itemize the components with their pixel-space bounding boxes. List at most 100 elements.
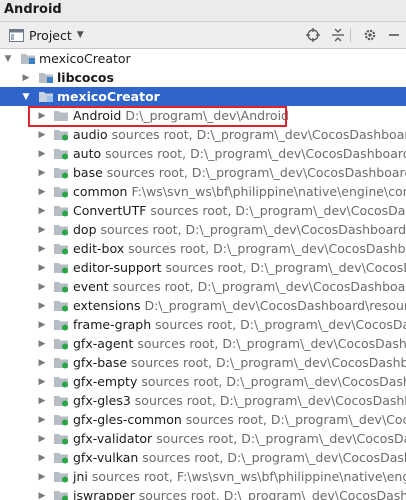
chevron-down-icon: ▼	[76, 30, 84, 40]
toolbar-separator	[350, 28, 351, 42]
tree-item-text: gfx-gles3 sources root, D:\_program\_dev…	[73, 392, 406, 409]
tree-row-frame-graph[interactable]: ▶ frame-graph sources root, D:\_program\_…	[0, 315, 406, 334]
expand-arrow-icon[interactable]: ▶	[36, 334, 48, 353]
tree-row-event[interactable]: ▶ event sources root, D:\_program\_dev\Co…	[0, 277, 406, 296]
expand-arrow-icon[interactable]: ▶	[36, 163, 48, 182]
tree-item-text: gfx-empty sources root, D:\_program\_dev…	[73, 373, 406, 390]
expand-arrow-icon[interactable]: ▶	[36, 296, 48, 315]
tree-item-name: audio	[73, 127, 108, 142]
source-folder-icon	[54, 130, 68, 141]
tree-row-gfx-gles-common[interactable]: ▶ gfx-gles-common sources root, D:\_progr…	[0, 410, 406, 429]
tree-item-path: D:\_program\_dev\CocosDash	[241, 431, 406, 446]
tree-item-meta: sources root,	[138, 488, 220, 500]
project-view-selector[interactable]: Project ▼	[9, 26, 84, 44]
tree-row-edit-box[interactable]: ▶ edit-box sources root, D:\_program\_dev…	[0, 239, 406, 258]
expand-arrow-icon[interactable]: ▶	[36, 220, 48, 239]
tree-item-name: frame-graph	[73, 317, 152, 332]
expand-arrow-icon[interactable]: ▶	[36, 239, 48, 258]
project-view-label: Project	[29, 27, 72, 43]
expand-arrow-icon[interactable]: ▶	[36, 410, 48, 429]
source-folder-icon	[54, 282, 68, 293]
tree-item-text: ConvertUTF sources root, D:\_program\_de…	[73, 202, 406, 219]
source-folder-icon	[54, 263, 68, 274]
expand-arrow-icon[interactable]: ▶	[36, 125, 48, 144]
expand-arrow-icon[interactable]: ▶	[36, 372, 48, 391]
source-folder-icon	[54, 244, 68, 255]
source-folder-icon	[54, 320, 68, 331]
tree-item-name: auto	[73, 146, 102, 161]
source-folder-icon	[54, 149, 68, 160]
tree-row-root[interactable]: ▼ mexicoCreator	[0, 49, 406, 68]
tree-row-dop[interactable]: ▶ dop sources root, D:\_program\_dev\Coco…	[0, 220, 406, 239]
source-folder-icon	[54, 225, 68, 236]
tree-item-name: gfx-agent	[73, 336, 134, 351]
expand-arrow-icon[interactable]: ▶	[36, 144, 48, 163]
expand-arrow-icon[interactable]: ▶	[36, 315, 48, 334]
expand-arrow-icon[interactable]: ▶	[36, 353, 48, 372]
tree-row-gfx-vulkan[interactable]: ▶ gfx-vulkan sources root, D:\_program\_d…	[0, 448, 406, 467]
tree-row-audio[interactable]: ▶ audio sources root, D:\_program\_dev\Co…	[0, 125, 406, 144]
tree-row-convertutf[interactable]: ▶ ConvertUTF sources root, D:\_program\_d…	[0, 201, 406, 220]
tree-row-gfx-gles3[interactable]: ▶ gfx-gles3 sources root, D:\_program\_de…	[0, 391, 406, 410]
tree-row-editor-support[interactable]: ▶ editor-support sources root, D:\_progra…	[0, 258, 406, 277]
tree-item-path: D:\_program\_dev\CocosDashbo	[223, 488, 406, 500]
tree-item-path: D:\_program\_dev\CocosDashbo	[227, 450, 406, 465]
tree-item-meta: sources root,	[112, 279, 194, 294]
tree-row-gfx-validator[interactable]: ▶ gfx-validator sources root, D:\_program…	[0, 429, 406, 448]
expand-arrow-icon[interactable]: ▶	[36, 277, 48, 296]
tree-row-gfx-empty[interactable]: ▶ gfx-empty sources root, D:\_program\_de…	[0, 372, 406, 391]
tree-item-path: D:\_program\_dev\CocosDashboard\re	[196, 127, 406, 142]
tree-item-name: dop	[73, 222, 97, 237]
tree-item-name: editor-support	[73, 260, 162, 275]
project-folder-icon	[21, 54, 35, 64]
tree-item-text: gfx-agent sources root, D:\_program\_dev…	[73, 335, 406, 352]
expand-arrow-icon[interactable]: ▶	[36, 486, 48, 500]
tree-item-path: D:\_program\_dev\CocosDashboa	[216, 355, 406, 370]
tree-item-text: auto sources root, D:\_program\_dev\Coco…	[73, 145, 406, 162]
tree-row-jswrapper[interactable]: ▶ jswrapper sources root, D:\_program\_de…	[0, 486, 406, 500]
tree-row-gfx-base[interactable]: ▶ gfx-base sources root, D:\_program\_dev…	[0, 353, 406, 372]
tree-item-meta: sources root,	[142, 450, 224, 465]
tree-item-text: gfx-vulkan sources root, D:\_program\_de…	[73, 449, 406, 466]
tree-item-path: D:\_program\_dev\CocosDashbo	[222, 336, 406, 351]
settings-gear-icon[interactable]	[361, 26, 379, 44]
source-folder-icon	[54, 339, 68, 350]
tree-row-extensions[interactable]: ▶ extensions D:\_program\_dev\CocosDashbo…	[0, 296, 406, 315]
expand-arrow-icon[interactable]: ▶	[36, 429, 48, 448]
tree-item-path: D:\_program\_dev\CocosDashbo	[219, 393, 406, 408]
tree-module-label: mexicoCreator	[57, 89, 160, 104]
tree-row-jni[interactable]: ▶ jni sources root, F:\ws\svn_ws\bf\phili…	[0, 467, 406, 486]
source-folder-icon	[54, 168, 68, 179]
tree-row-common[interactable]: ▶ common F:\ws\svn_ws\bf\philippine\nativ…	[0, 182, 406, 201]
expand-arrow-icon[interactable]: ▶	[36, 201, 48, 220]
expand-arrow-icon[interactable]: ▶	[20, 68, 32, 87]
expand-arrow-icon[interactable]: ▶	[36, 391, 48, 410]
tree-row-auto[interactable]: ▶ auto sources root, D:\_program\_dev\Coc…	[0, 144, 406, 163]
tree-item-name: base	[73, 165, 103, 180]
tree-item-name: event	[73, 279, 109, 294]
tree-item-meta: sources root,	[106, 165, 188, 180]
tree-item-text: jswrapper sources root, D:\_program\_dev…	[73, 487, 406, 500]
expand-arrow-icon[interactable]: ▶	[36, 448, 48, 467]
tree-row-module-selected[interactable]: ▼ mexicoCreator	[0, 87, 406, 106]
tree-item-meta: sources root,	[91, 469, 173, 484]
tree-item-meta: sources root,	[141, 374, 223, 389]
collapse-all-icon[interactable]	[329, 26, 347, 44]
expand-arrow-icon[interactable]: ▼	[2, 49, 14, 68]
tree-row-gfx-agent[interactable]: ▶ gfx-agent sources root, D:\_program\_de…	[0, 334, 406, 353]
expand-arrow-icon[interactable]: ▶	[36, 182, 48, 201]
tree-item-text: editor-support sources root, D:\_program…	[73, 259, 406, 276]
window-title-bar: Android	[0, 0, 406, 22]
expand-arrow-icon[interactable]: ▶	[36, 258, 48, 277]
hide-panel-icon[interactable]	[386, 26, 402, 44]
tree-item-meta: sources root,	[128, 241, 210, 256]
tree-item-text: frame-graph sources root, D:\_program\_d…	[73, 316, 406, 333]
project-view-icon	[9, 28, 24, 42]
expand-arrow-icon[interactable]: ▶	[36, 467, 48, 486]
locate-target-icon[interactable]	[304, 26, 322, 44]
source-folder-icon	[54, 377, 68, 388]
tree-row-libcocos[interactable]: ▶ libcocos	[0, 68, 406, 87]
tree-row-base[interactable]: ▶ base sources root, D:\_program\_dev\Coc…	[0, 163, 406, 182]
tree-item-path: D:\_program\_dev\CocosDashboard\res	[191, 165, 406, 180]
expand-arrow-icon[interactable]: ▼	[20, 87, 32, 106]
